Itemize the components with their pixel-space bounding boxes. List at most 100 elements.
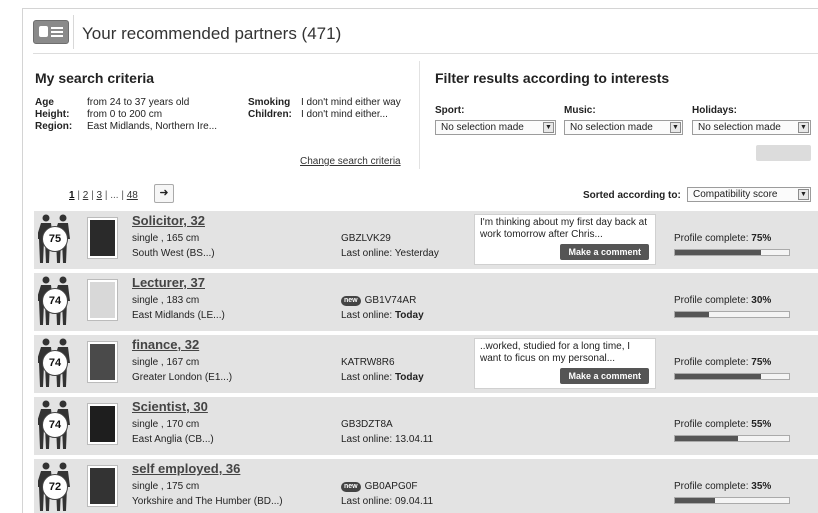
- profile-complete-fill: [675, 436, 738, 441]
- profile-complete: Profile complete: 30%: [674, 295, 771, 306]
- profile-photo[interactable]: [87, 465, 118, 507]
- last-online-label: Last online:: [341, 372, 395, 383]
- page-link-last[interactable]: 48: [127, 190, 138, 201]
- next-page-button[interactable]: ➜: [154, 184, 174, 203]
- profile-code-value: GB1V74AR: [364, 295, 417, 306]
- profile-complete-value: 75%: [751, 357, 772, 368]
- last-online-label: Last online:: [341, 248, 395, 259]
- profile-complete-bar: [674, 497, 790, 504]
- make-comment-button[interactable]: Make a comment: [560, 368, 649, 384]
- profile-region: East Anglia (CB...): [132, 434, 214, 445]
- profile-complete-value: 35%: [751, 481, 772, 492]
- sort-label: Sorted according to:: [583, 190, 681, 201]
- page-link-2[interactable]: 2: [83, 190, 89, 201]
- apply-filter-button[interactable]: [756, 145, 811, 161]
- profile-code: GBZLVK29: [341, 233, 391, 244]
- region-label: Region:: [35, 121, 73, 132]
- holidays-select[interactable]: No selection made ▼: [692, 120, 811, 135]
- page-title: Your recommended partners (471): [82, 24, 342, 43]
- profile-complete-label: Profile complete:: [674, 295, 752, 306]
- holidays-label: Holidays:: [692, 105, 738, 116]
- result-row[interactable]: 75 Solicitor, 32 single , 165 cm South W…: [34, 211, 818, 269]
- result-row[interactable]: 74 finance, 32 single , 167 cm Greater L…: [34, 335, 818, 393]
- profile-complete: Profile complete: 55%: [674, 419, 771, 430]
- profile-complete-fill: [675, 312, 710, 317]
- result-row[interactable]: 72 self employed, 36 single , 175 cm Yor…: [34, 459, 818, 513]
- profile-name-link[interactable]: Scientist, 30: [132, 399, 208, 414]
- profile-details: single , 167 cm: [132, 357, 200, 368]
- last-online-label: Last online:: [341, 310, 395, 321]
- pager-separator: |: [104, 190, 108, 201]
- profile-complete-label: Profile complete:: [674, 357, 752, 368]
- change-search-criteria-link[interactable]: Change search criteria: [300, 156, 401, 167]
- profile-code: new GB1V74AR: [341, 295, 416, 306]
- music-select[interactable]: No selection made ▼: [564, 120, 683, 135]
- result-row[interactable]: 74 Lecturer, 37 single , 183 cm East Mid…: [34, 273, 818, 331]
- profile-name-link[interactable]: self employed, 36: [132, 461, 240, 476]
- new-badge: new: [341, 482, 361, 492]
- comment-text: ..worked, studied for a long time, I wan…: [480, 341, 631, 364]
- profile-complete-fill: [675, 498, 715, 503]
- comment-bubble: ..worked, studied for a long time, I wan…: [474, 338, 656, 389]
- profile-details: single , 170 cm: [132, 419, 200, 430]
- chevron-down-icon: ▼: [798, 189, 809, 200]
- profile-complete-value: 30%: [751, 295, 772, 306]
- smoking-value: I don't mind either way: [301, 97, 401, 108]
- sport-select[interactable]: No selection made ▼: [435, 120, 556, 135]
- page-link-1[interactable]: 1: [69, 190, 75, 201]
- profile-name-link[interactable]: Solicitor, 32: [132, 213, 205, 228]
- pagination: 1 | 2 | 3 | ... | 48: [69, 190, 138, 201]
- profile-photo[interactable]: [87, 403, 118, 445]
- make-comment-button[interactable]: Make a comment: [560, 244, 649, 260]
- profile-complete: Profile complete: 75%: [674, 357, 771, 368]
- comment-text: I'm thinking about my first day back at …: [480, 217, 647, 240]
- sort-select[interactable]: Compatibility score ▼: [687, 187, 811, 202]
- profile-complete-label: Profile complete:: [674, 481, 752, 492]
- result-row[interactable]: 74 Scientist, 30 single , 170 cm East An…: [34, 397, 818, 455]
- profile-code-value: GB0APG0F: [364, 481, 418, 492]
- age-label: Age: [35, 97, 54, 108]
- last-online-label: Last online:: [341, 496, 395, 507]
- last-online-label: Last online:: [341, 434, 395, 445]
- profile-complete-bar: [674, 249, 790, 256]
- profile-complete-label: Profile complete:: [674, 233, 752, 244]
- children-value: I don't mind either...: [301, 109, 388, 120]
- profile-photo[interactable]: [87, 217, 118, 259]
- profile-name-link[interactable]: Lecturer, 37: [132, 275, 205, 290]
- search-criteria-title: My search criteria: [35, 70, 155, 86]
- last-online: Last online: 13.04.11: [341, 434, 433, 445]
- height-value: from 0 to 200 cm: [87, 109, 163, 120]
- profile-region: Greater London (E1...): [132, 372, 233, 383]
- sport-label: Sport:: [435, 105, 465, 116]
- music-select-value: No selection made: [570, 122, 653, 133]
- page-link-3[interactable]: 3: [96, 190, 102, 201]
- recommendations-panel: Your recommended partners (471) My searc…: [22, 8, 818, 513]
- children-label: Children:: [248, 109, 292, 120]
- profile-complete-fill: [675, 374, 761, 379]
- last-online-value: 09.04.11: [394, 496, 434, 507]
- profile-photo[interactable]: [87, 341, 118, 383]
- profile-name-link[interactable]: finance, 32: [132, 337, 199, 352]
- filter-interests-title: Filter results according to interests: [435, 70, 670, 86]
- last-online-value: 13.04.11: [394, 434, 434, 445]
- profile-code-value: KATRW8R6: [341, 357, 395, 368]
- profile-photo-image: [90, 406, 115, 442]
- compatibility-score: 74: [42, 412, 68, 438]
- profile-complete: Profile complete: 75%: [674, 233, 771, 244]
- sort-select-value: Compatibility score: [693, 189, 778, 200]
- profile-photo[interactable]: [87, 279, 118, 321]
- profile-complete: Profile complete: 35%: [674, 481, 771, 492]
- last-online: Last online: Yesterday: [341, 248, 439, 259]
- header-divider: [73, 15, 74, 49]
- height-label: Height:: [35, 109, 70, 120]
- age-value: from 24 to 37 years old: [87, 97, 190, 108]
- profile-complete-bar: [674, 435, 790, 442]
- profile-details: single , 165 cm: [132, 233, 200, 244]
- chevron-down-icon: ▼: [543, 122, 554, 133]
- pager-separator: |: [91, 190, 94, 201]
- header-underline: [33, 53, 818, 54]
- comment-bubble: I'm thinking about my first day back at …: [474, 214, 656, 265]
- region-value: East Midlands, Northern Ire...: [87, 121, 218, 132]
- profile-code: KATRW8R6: [341, 357, 395, 368]
- profile-complete-fill: [675, 250, 761, 255]
